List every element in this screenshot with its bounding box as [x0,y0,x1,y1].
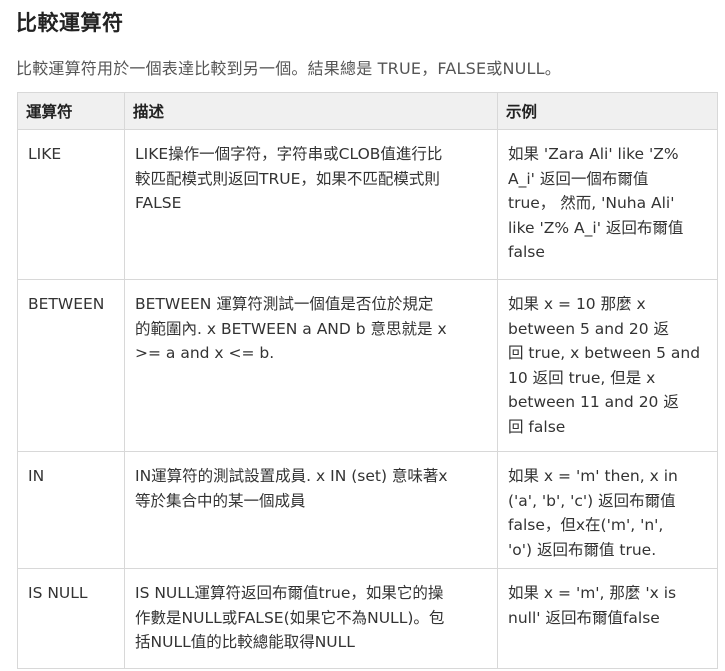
description-line: 等於集合中的某一個成員 [135,491,306,510]
description-line: 括NULL值的比較總能取得NULL [135,633,355,651]
table-row: IS NULL IS NULL運算符返回布爾值true，如果它的操 作數是NUL… [17,568,718,669]
example-line: 如果 x = 'm', 那麼 'x is [508,584,677,602]
table-row: LIKE LIKE操作一個字符，字符串或CLOB值進行比 較匹配模式則返回TRU… [17,129,718,280]
example-cell: 如果 x = 'm', 那麼 'x is null' 返回布爾值false [497,568,718,669]
example-line: like 'Z% A_i' 返回布爾值 [508,218,684,237]
example-line: false [508,243,545,261]
description-line: IN運算符的測試設置成員. x IN (set) 意味著x [135,467,448,485]
description-cell: IS NULL運算符返回布爾值true，如果它的操 作數是NULL或FALSE(… [124,568,498,669]
example-line: between 5 and 20 返 [508,319,669,338]
table-row: BETWEEN BETWEEN 運算符測試一個值是否位於規定 的範圍內. x B… [17,279,718,452]
description-line: 的範圍內. x BETWEEN a AND b 意思就是 x [135,319,447,338]
operator-name: BETWEEN [28,295,105,313]
example-line: false，但x在('m', 'n', [508,516,664,534]
example-line: null' 返回布爾值false [508,608,660,627]
example-line: 如果 'Zara Ali' like 'Z% [508,145,679,163]
page-title: 比較運算符 [16,11,124,35]
description-line: IS NULL運算符返回布爾值true，如果它的操 [135,584,444,602]
example-line: 如果 x = 'm' then, x in [508,467,678,485]
description-line: FALSE [135,194,182,212]
example-cell: 如果 x = 'm' then, x in ('a', 'b', 'c') 返回… [497,451,718,569]
description-line: >= a and x <= b. [135,344,275,362]
operator-cell: IS NULL [17,568,125,669]
operator-name: IS NULL [28,584,88,602]
comparison-operators-table: 運算符 描述 示例 LIKE LIKE操作一個字符，字符串或CLOB值進行比 較… [17,92,718,669]
example-line: ('a', 'b', 'c') 返回布爾值 [508,491,676,510]
table-header-row: 運算符 描述 示例 [17,92,718,130]
example-line: 10 返回 true, 但是 x [508,368,656,387]
operator-name: LIKE [28,145,62,163]
operator-cell: BETWEEN [17,279,125,452]
example-cell: 如果 x = 10 那麼 x between 5 and 20 返 回 true… [497,279,718,452]
header-example: 示例 [497,92,718,130]
example-line: true， 然而, 'Nuha Ali' [508,194,675,212]
description-line: 較匹配模式則返回TRUE，如果不匹配模式則 [135,169,440,188]
header-operator: 運算符 [17,92,125,130]
example-line: A_i' 返回一個布爾值 [508,169,649,188]
page-intro: 比較運算符用於一個表達比較到另一個。結果總是 TRUE，FALSE或NULL。 [16,59,561,78]
example-line: 回 true, x between 5 and [508,344,701,362]
example-line: 如果 x = 10 那麼 x [508,295,646,313]
operator-cell: LIKE [17,129,125,280]
description-line: BETWEEN 運算符測試一個值是否位於規定 [135,295,434,313]
description-line: 作數是NULL或FALSE(如果它不為NULL)。包 [135,608,445,627]
example-line: 回 false [508,417,566,436]
description-line: LIKE操作一個字符，字符串或CLOB值進行比 [135,145,443,163]
description-cell: LIKE操作一個字符，字符串或CLOB值進行比 較匹配模式則返回TRUE，如果不… [124,129,498,280]
operator-name: IN [28,467,45,485]
example-line: between 11 and 20 返 [508,393,679,411]
header-description: 描述 [124,92,498,130]
operator-cell: IN [17,451,125,569]
example-line: 'o') 返回布爾值 true. [508,540,657,559]
table-row: IN IN運算符的測試設置成員. x IN (set) 意味著x 等於集合中的某… [17,451,718,569]
example-cell: 如果 'Zara Ali' like 'Z% A_i' 返回一個布爾值 true… [497,129,718,280]
description-cell: IN運算符的測試設置成員. x IN (set) 意味著x 等於集合中的某一個成… [124,451,498,569]
description-cell: BETWEEN 運算符測試一個值是否位於規定 的範圍內. x BETWEEN a… [124,279,498,452]
